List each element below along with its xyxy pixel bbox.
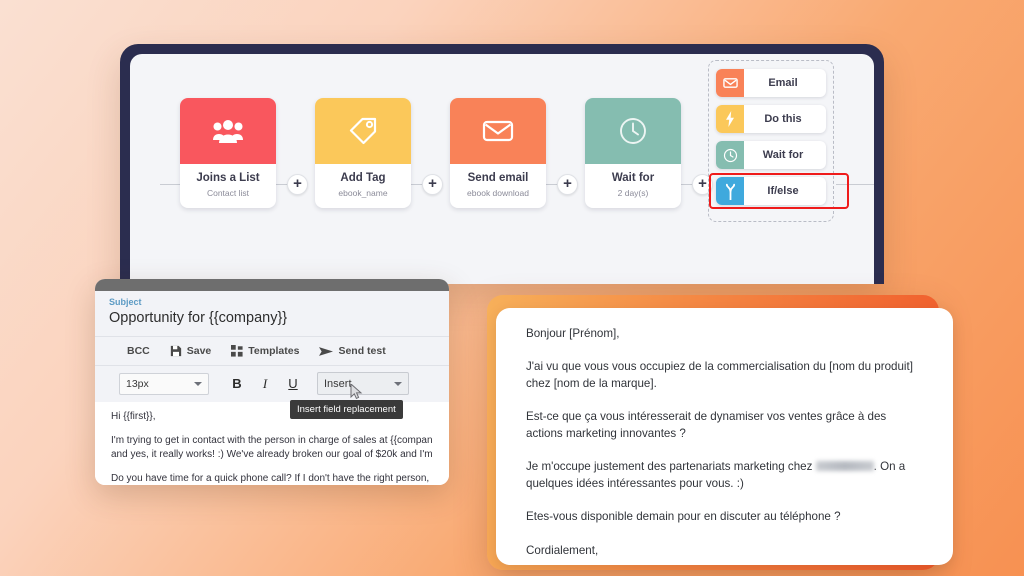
workflow-step-send-email[interactable]: Send email ebook download	[450, 98, 546, 208]
workflow-step-add-tag[interactable]: Add Tag ebook_name	[315, 98, 411, 208]
step-title: Add Tag	[340, 172, 386, 184]
editor-titlebar	[95, 279, 449, 291]
send-test-label: Send test	[338, 345, 386, 357]
tag-icon	[349, 117, 377, 145]
plus-icon: +	[428, 175, 437, 192]
action-menu-item-email[interactable]: Email	[716, 69, 826, 97]
templates-button[interactable]: Templates	[231, 345, 299, 357]
step-subtitle: ebook download	[467, 187, 529, 198]
people-icon	[213, 120, 243, 143]
plus-icon: +	[698, 175, 707, 192]
workflow-canvas: Joins a List Contact list + Add Tag eboo…	[130, 54, 874, 284]
workflow-step-wait-for[interactable]: Wait for 2 day(s)	[585, 98, 681, 208]
action-menu-item-if-else[interactable]: If/else	[716, 177, 826, 205]
save-label: Save	[186, 345, 212, 357]
send-test-button[interactable]: Send test	[319, 345, 386, 357]
french-email-card: Bonjour [Prénom], J'ai vu que vous vous …	[496, 308, 953, 565]
french-paragraph: Cordialement,	[526, 543, 599, 557]
workflow-window: Joins a List Contact list + Add Tag eboo…	[120, 44, 884, 284]
redacted-prefix: Je m'occupe justement des partenariats m…	[526, 460, 813, 474]
editor-action-bar: BCC Save Templates Send test	[95, 336, 449, 365]
email-body-line: I'm trying to get in contact with the pe…	[111, 434, 433, 446]
step-subtitle: ebook_name	[338, 187, 388, 198]
font-size-select[interactable]: 13px	[119, 372, 209, 395]
action-type-menu: Email Do this Wait for If/else	[708, 60, 849, 222]
paper-plane-icon	[319, 346, 334, 356]
plus-icon: +	[293, 175, 302, 192]
italic-button[interactable]: I	[251, 376, 279, 392]
subject-input[interactable]: Opportunity for {{company}}	[109, 310, 435, 326]
french-paragraph: Est-ce que ça vous intéresserait de dyna…	[526, 410, 887, 440]
step-title: Send email	[467, 172, 529, 184]
insert-field-dropdown[interactable]: Insert	[317, 372, 409, 399]
email-body-line: Do you have time for a quick phone call?…	[111, 472, 430, 484]
french-paragraph: Bonjour [Prénom],	[526, 327, 620, 340]
bold-button[interactable]: B	[223, 376, 251, 391]
chevron-down-icon	[194, 381, 202, 386]
envelope-icon	[482, 120, 514, 142]
action-menu-label: Do this	[764, 113, 802, 125]
bcc-label: BCC	[127, 345, 150, 357]
step-icon-header	[315, 98, 411, 164]
french-email-frame: Bonjour [Prénom], J'ai vu que vous vous …	[487, 295, 953, 570]
chevron-down-icon	[394, 381, 402, 386]
branch-icon	[716, 177, 744, 205]
clock-icon	[716, 141, 744, 169]
french-paragraph-redacted: Je m'occupe justement des partenariats m…	[526, 459, 923, 492]
plus-icon: +	[563, 175, 572, 192]
insert-label: Insert	[324, 377, 352, 390]
clock-icon	[620, 118, 646, 144]
bcc-button[interactable]: BCC	[127, 345, 150, 357]
templates-label: Templates	[248, 345, 300, 357]
envelope-icon	[716, 69, 744, 97]
step-icon-header	[585, 98, 681, 164]
action-menu-label: Wait for	[762, 149, 804, 161]
flow-rail-end	[836, 184, 874, 185]
add-step-button[interactable]: +	[422, 174, 443, 195]
action-menu-item-wait-for[interactable]: Wait for	[716, 141, 826, 169]
add-step-button[interactable]: +	[287, 174, 308, 195]
step-title: Joins a List	[196, 172, 260, 184]
grid-icon	[231, 345, 243, 357]
underline-button[interactable]: U	[279, 376, 307, 391]
step-title: Wait for	[611, 172, 655, 184]
mouse-cursor-icon	[350, 384, 363, 399]
workflow-step-joins-a-list[interactable]: Joins a List Contact list	[180, 98, 276, 208]
save-button[interactable]: Save	[170, 345, 212, 357]
font-size-value: 13px	[126, 377, 149, 390]
step-subtitle: Contact list	[206, 187, 250, 198]
email-body-line: and yes, it really works! :) We've alrea…	[111, 449, 433, 460]
bolt-icon	[716, 105, 744, 133]
action-menu-label: Email	[768, 77, 798, 89]
french-paragraph: J'ai vu que vous vous occupiez de la com…	[526, 360, 913, 390]
subject-section: Subject Opportunity for {{company}}	[95, 291, 449, 336]
step-icon-header	[180, 98, 276, 164]
action-menu-label: If/else	[767, 185, 799, 197]
step-icon-header	[450, 98, 546, 164]
editor-format-bar: 13px B I U Insert	[95, 365, 449, 402]
action-menu-item-do-this[interactable]: Do this	[716, 105, 826, 133]
insert-field-tooltip: Insert field replacement	[290, 400, 403, 419]
flow-rail	[160, 184, 180, 185]
french-paragraph: Etes-vous disponible demain pour en disc…	[526, 510, 841, 524]
email-editor-panel: Subject Opportunity for {{company}} BCC …	[95, 279, 449, 485]
redacted-company-name	[815, 461, 874, 472]
save-icon	[170, 345, 181, 357]
step-subtitle: 2 day(s)	[617, 187, 649, 198]
subject-label: Subject	[109, 297, 142, 307]
add-step-button[interactable]: +	[557, 174, 578, 195]
